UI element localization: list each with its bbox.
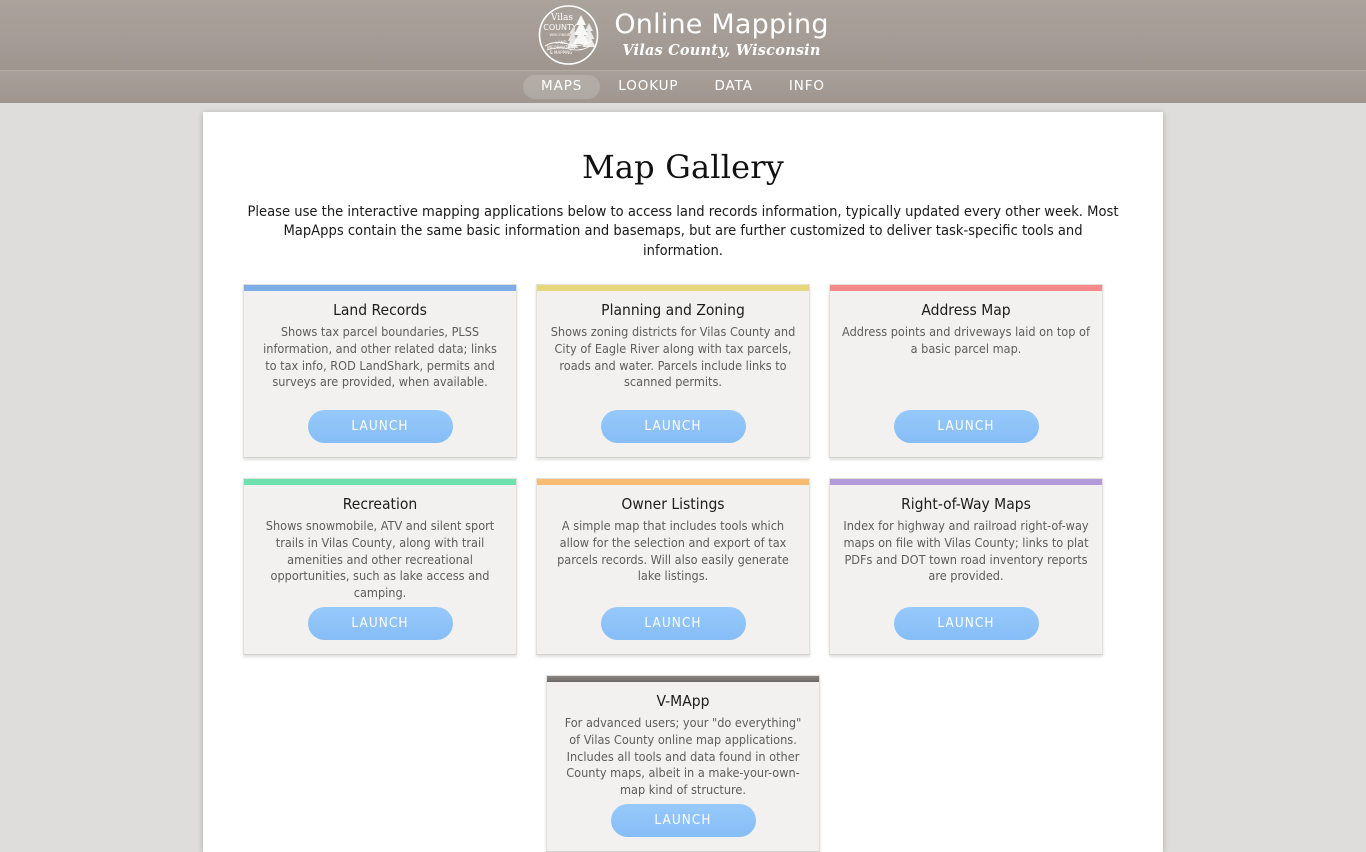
svg-text:COUNTY: COUNTY [544,23,578,32]
site-title: Online Mapping [614,11,828,39]
launch-button-wrap: LAUNCH [830,607,1102,640]
site-header: Vilas COUNTY WISCONSIN LAND INFORMATION … [0,0,1366,70]
svg-text:WISCONSIN: WISCONSIN [550,33,571,37]
map-card-address-map[interactable]: Address Map Address points and driveways… [829,284,1103,458]
card-accent-bar [830,479,1102,485]
card-accent-bar [244,285,516,291]
nav-item-lookup[interactable]: LOOKUP [600,75,696,99]
launch-button-wrap: LAUNCH [244,607,516,640]
card-description: Shows snowmobile, ATV and silent sport t… [244,513,516,607]
launch-button-wrap: LAUNCH [537,410,809,443]
card-title: Owner Listings [537,495,809,513]
card-description: A simple map that includes tools which a… [537,513,809,607]
card-description: Shows tax parcel boundaries, PLSS inform… [244,319,516,410]
card-description: Shows zoning districts for Vilas County … [537,319,809,410]
card-accent-bar [244,479,516,485]
vilas-county-seal-icon: Vilas COUNTY WISCONSIN LAND INFORMATION … [537,5,600,65]
svg-text:Vilas: Vilas [550,13,573,23]
launch-button[interactable]: LAUNCH [601,607,746,640]
nav-item-data[interactable]: DATA [696,75,770,99]
site-subtitle: Vilas County, Wisconsin [614,42,828,59]
nav-item-maps[interactable]: MAPS [523,75,600,99]
launch-button[interactable]: LAUNCH [601,410,746,443]
launch-button[interactable]: LAUNCH [611,804,756,837]
card-accent-bar [537,479,809,485]
map-card-land-records[interactable]: Land Records Shows tax parcel boundaries… [243,284,517,458]
page-background: Map Gallery Please use the interactive m… [0,103,1366,768]
launch-button[interactable]: LAUNCH [894,410,1039,443]
main-navigation: MAPS LOOKUP DATA INFO [0,70,1366,103]
map-card-planning-and-zoning[interactable]: Planning and Zoning Shows zoning distric… [536,284,810,458]
launch-button[interactable]: LAUNCH [308,410,453,443]
launch-button-wrap: LAUNCH [244,410,516,443]
content-panel: Map Gallery Please use the interactive m… [203,112,1163,852]
launch-button[interactable]: LAUNCH [894,607,1039,640]
card-title: Address Map [830,301,1102,319]
nav-item-info[interactable]: INFO [771,75,843,99]
brand: Vilas COUNTY WISCONSIN LAND INFORMATION … [537,5,828,65]
brand-text: Online Mapping Vilas County, Wisconsin [614,11,828,58]
launch-button-wrap: LAUNCH [830,410,1102,443]
card-description: Address points and driveways laid on top… [830,319,1102,410]
map-card-v-mapp[interactable]: V-MApp For advanced users; your "do ever… [546,675,820,852]
launch-button[interactable]: LAUNCH [308,607,453,640]
map-card-grid: Land Records Shows tax parcel boundaries… [243,284,1123,655]
map-card-right-of-way-maps[interactable]: Right-of-Way Maps Index for highway and … [829,478,1103,655]
card-title: Planning and Zoning [537,301,809,319]
map-card-last-row: V-MApp For advanced users; your "do ever… [243,675,1123,852]
card-description: Index for highway and railroad right-of-… [830,513,1102,607]
card-title: Recreation [244,495,516,513]
map-card-owner-listings[interactable]: Owner Listings A simple map that include… [536,478,810,655]
card-title: Right-of-Way Maps [830,495,1102,513]
card-description: For advanced users; your "do everything"… [547,710,819,804]
card-accent-bar [537,285,809,291]
map-card-recreation[interactable]: Recreation Shows snowmobile, ATV and sil… [243,478,517,655]
card-title: Land Records [244,301,516,319]
card-accent-bar [547,676,819,682]
page-title: Map Gallery [203,148,1163,186]
card-title: V-MApp [547,692,819,710]
launch-button-wrap: LAUNCH [537,607,809,640]
launch-button-wrap: LAUNCH [547,804,819,837]
card-accent-bar [830,285,1102,291]
page-intro-text: Please use the interactive mapping appli… [247,202,1119,260]
svg-text:& MAPPING: & MAPPING [550,50,573,55]
